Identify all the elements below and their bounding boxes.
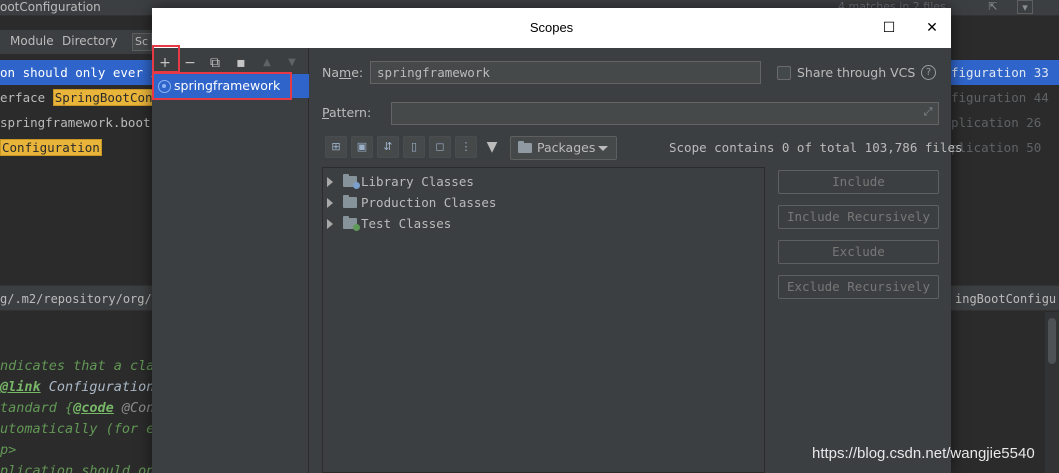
class-tree: Library Classes Production Classes Test …: [322, 167, 765, 473]
scope-count: Scope contains 0 of total 103,786 files: [669, 140, 963, 155]
tab-scope[interactable]: Sc: [132, 33, 152, 51]
watermark: https://blog.csdn.net/wangjie5540: [812, 445, 1035, 462]
exclude-recursively-button[interactable]: Exclude Recursively: [778, 275, 939, 299]
code-line: ndicates that a clas: [0, 358, 163, 374]
exclude-button[interactable]: Exclude: [778, 240, 939, 264]
dialog-title: Scopes: [529, 20, 574, 35]
filter-icon[interactable]: ▾: [1017, 0, 1033, 14]
expand-arrow-icon[interactable]: [327, 177, 333, 187]
expand-icon[interactable]: ⤢: [921, 105, 935, 119]
code-line: tandard {@code @Conf: [0, 400, 163, 416]
scope-list-pane: + − ⧉ ▪ ▲ ▼: [152, 48, 309, 473]
match-highlight: SpringBootConf: [52, 89, 163, 106]
expand-arrow-icon[interactable]: [327, 198, 333, 208]
close-icon[interactable]: ✕: [922, 18, 942, 38]
test-folder-icon: [343, 216, 360, 231]
result-location: figuration 44: [951, 90, 1049, 105]
pattern-label: Pattern:: [322, 105, 372, 120]
share-vcs-label: Share through VCS: [797, 65, 916, 80]
tab-directory[interactable]: Directory: [62, 34, 117, 48]
flatten-packages-icon[interactable]: ⇵: [377, 136, 399, 158]
result-text: erface: [0, 90, 53, 105]
module-icon[interactable]: ▣: [351, 136, 373, 158]
file-path-right: ingBootConfigu: [955, 292, 1057, 306]
file-path-left: g/.m2/repository/org/s: [0, 292, 159, 306]
scrollbar-thumb[interactable]: [1048, 318, 1056, 364]
tree-node-label: Production Classes: [361, 195, 497, 210]
tree-node-label: Library Classes: [361, 174, 474, 189]
tab-module[interactable]: Module: [10, 34, 54, 48]
hierarchy-icon[interactable]: ⋮: [455, 136, 477, 158]
scope-item-annotation: [152, 72, 292, 100]
match-highlight: Configuration: [0, 139, 102, 156]
share-vcs-checkbox[interactable]: [777, 66, 791, 80]
maximize-icon[interactable]: ☐: [879, 18, 899, 38]
help-icon[interactable]: ?: [921, 65, 936, 80]
save-scope-button[interactable]: ▪: [230, 52, 252, 74]
window-title: ootConfiguration: [0, 0, 101, 14]
copy-scope-button[interactable]: ⧉: [204, 52, 226, 74]
code-line: @link Configuration: [0, 379, 155, 395]
result-text: on should only ever i: [0, 65, 159, 80]
filter-icon[interactable]: ▼: [484, 139, 500, 155]
file-icon[interactable]: ▯: [403, 136, 425, 158]
add-button-annotation: [152, 45, 180, 73]
code-line: p>: [0, 442, 17, 458]
source-folder-icon: [343, 195, 357, 208]
result-location: figuration 33: [951, 65, 1049, 80]
result-location: plication 50: [951, 140, 1042, 155]
name-label: Name:: [322, 65, 364, 80]
result-text: springframework.boot.: [0, 115, 159, 130]
compact-icon[interactable]: ◻: [429, 136, 451, 158]
expand-arrow-icon[interactable]: [327, 219, 333, 229]
name-field[interactable]: springframework: [370, 61, 761, 84]
scopes-dialog: Scopes ☐ ✕ + − ⧉ ▪ ▲ ▼ springframework N…: [152, 8, 963, 473]
move-up-button[interactable]: ▲: [256, 52, 278, 74]
result-location: plication 26: [951, 115, 1042, 130]
chevron-down-icon: [598, 146, 608, 151]
include-all-icon[interactable]: ⊞: [325, 136, 347, 158]
group-by-dropdown[interactable]: Packages: [510, 136, 617, 160]
remove-scope-button[interactable]: −: [179, 52, 201, 74]
folder-icon: [518, 141, 532, 153]
tree-node-label: Test Classes: [361, 216, 452, 231]
include-recursively-button[interactable]: Include Recursively: [778, 205, 939, 229]
dialog-titlebar: Scopes ☐ ✕: [152, 8, 951, 48]
code-line: utomatically (for ex: [0, 421, 163, 437]
group-by-value: Packages: [537, 140, 596, 155]
include-button[interactable]: Include: [778, 170, 939, 194]
code-line: plication should on: [0, 463, 155, 473]
pattern-field[interactable]: [391, 102, 939, 125]
move-down-button[interactable]: ▼: [281, 52, 303, 74]
library-folder-icon: [343, 174, 360, 189]
pin-icon[interactable]: ⇱: [985, 0, 1001, 14]
